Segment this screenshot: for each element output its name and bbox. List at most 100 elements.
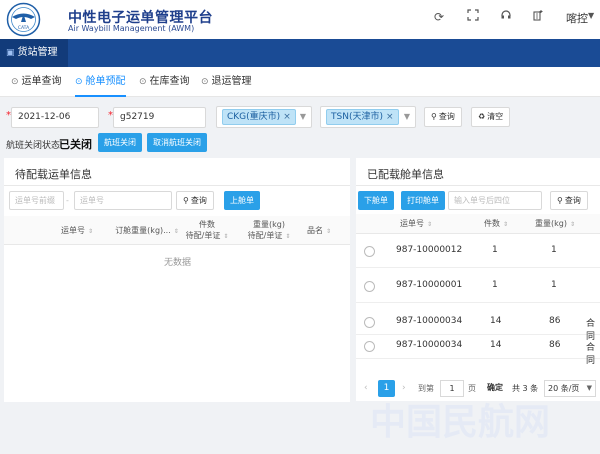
user-name[interactable]: 喀控: [566, 10, 588, 26]
nav-item-cargo-station[interactable]: ▣ 货站管理: [0, 39, 68, 67]
warehouse-icon: ⊙: [139, 77, 147, 87]
search-icon: ⊙: [11, 77, 19, 87]
print-manifest-button[interactable]: 打印舱单: [401, 191, 445, 210]
main-nav: ▣ 货站管理: [0, 39, 600, 67]
refresh-icon[interactable]: ⟳: [431, 9, 447, 25]
waybill-cell: 987-10000001: [396, 280, 463, 290]
tab-label: 退运管理: [211, 76, 252, 87]
row-radio[interactable]: [364, 341, 375, 352]
pieces-cell: 14: [490, 340, 502, 350]
close-status-label: 航班关闭状态: [6, 141, 61, 151]
row-radio[interactable]: [364, 246, 375, 257]
weight-cell: 86: [549, 340, 561, 350]
column-header-pieces[interactable]: 件数 ⇕: [476, 218, 516, 230]
waybill-number-input[interactable]: 运单号: [74, 191, 172, 210]
column-label: 品名: [306, 226, 323, 235]
right-query-button[interactable]: ⚲ 查询: [550, 191, 588, 210]
weight-cell: 1: [551, 245, 557, 255]
column-label: 运单号: [60, 226, 85, 235]
weight-cell: 1: [551, 280, 557, 290]
close-icon[interactable]: ×: [283, 112, 291, 122]
close-flight-button[interactable]: 航班关闭: [98, 133, 142, 152]
cancel-close-flight-button[interactable]: 取消航班关闭: [147, 133, 207, 152]
chevron-down-icon[interactable]: ▼: [588, 11, 594, 20]
column-header-waybill[interactable]: 运单号 ⇕: [386, 218, 446, 230]
sort-icon[interactable]: ⇕: [503, 221, 508, 228]
svg-text:中国民航网: 中国民航网: [370, 401, 550, 443]
chevron-down-icon[interactable]: ▼: [404, 112, 410, 121]
origin-tag[interactable]: CKG(重庆市) ×: [222, 109, 296, 125]
column-label: 重量(kg) 待配/单证: [247, 220, 285, 240]
table-row[interactable]: 987-10000001 1 1: [356, 268, 600, 303]
tab-bar: ⊙ 运单查询 ⊙ 舱单预配 ⊙ 在库查询 ⊙ 退运管理: [0, 67, 600, 97]
column-header-weight[interactable]: 重量(kg) ⇕: [530, 218, 580, 230]
sort-icon[interactable]: ⇕: [570, 221, 575, 228]
nav-item-label: 货站管理: [17, 47, 58, 58]
tab-waybill-query[interactable]: ⊙ 运单查询: [11, 67, 62, 97]
weight-cell: 86: [549, 316, 561, 326]
loaded-manifest-panel: 已配载舱单信息 下舱单 打印舱单 输入单号后四位 ⚲ 查询 运单号 ⇕ 件数 ⇕ 重量…: [356, 158, 600, 377]
query-button-label: 查询: [438, 112, 455, 121]
prev-page-icon[interactable]: ‹: [364, 383, 368, 393]
table-row[interactable]: 987-10000034 14 86 合同: [356, 335, 600, 366]
unload-manifest-button[interactable]: 下舱单: [358, 191, 394, 210]
tab-inventory-query[interactable]: ⊙ 在库查询: [139, 67, 190, 97]
query-button[interactable]: ⚲ 查询: [424, 107, 462, 127]
column-label: 件数: [483, 219, 500, 228]
pieces-cell: 1: [492, 245, 498, 255]
clear-button[interactable]: ♻ 清空: [471, 107, 511, 127]
sort-icon[interactable]: ⇕: [326, 228, 331, 235]
tab-manifest-preassign[interactable]: ⊙ 舱单预配: [75, 67, 126, 97]
flight-date-input[interactable]: 2021-12-06: [11, 107, 99, 128]
column-header-pieces[interactable]: 件数 待配/单证 ⇕: [182, 219, 232, 242]
search-icon: ⚲: [183, 196, 189, 205]
load-manifest-button[interactable]: 上舱单: [224, 191, 260, 210]
table-row[interactable]: 987-10000034 14 86 合同: [356, 303, 600, 342]
flight-number-input[interactable]: g52719: [113, 107, 206, 128]
waybill-suffix-input[interactable]: 输入单号后四位: [448, 191, 542, 210]
sort-icon[interactable]: ⇕: [174, 228, 179, 235]
brand-subtitle: Air Waybill Management (AWM): [68, 24, 195, 33]
return-icon: ⊙: [201, 77, 209, 87]
top-header: CATA 中性电子运单管理平台 Air Waybill Management (…: [0, 0, 600, 39]
column-header-weight[interactable]: 重量(kg) 待配/单证 ⇕: [242, 219, 296, 242]
search-icon: ⚲: [557, 196, 563, 205]
tab-label: 运单查询: [21, 76, 62, 87]
panel-title: 已配载舱单信息: [367, 168, 444, 181]
watermark-logo: 中国民航网: [370, 401, 550, 443]
column-header-goods-name[interactable]: 品名 ⇕: [304, 225, 334, 237]
divider: [4, 185, 350, 186]
row-radio[interactable]: [364, 317, 375, 328]
cata-logo-icon: CATA: [6, 2, 41, 37]
manifest-icon: ⊙: [75, 77, 83, 87]
tab-label: 在库查询: [149, 76, 190, 87]
tab-return-management[interactable]: ⊙ 退运管理: [201, 67, 252, 97]
chevron-down-icon[interactable]: ▼: [300, 112, 306, 121]
column-header-waybill[interactable]: 运单号 ⇕: [52, 225, 102, 237]
destination-select[interactable]: TSN(天津市) × ▼: [320, 106, 416, 128]
headset-icon[interactable]: [498, 9, 514, 25]
origin-select[interactable]: CKG(重庆市) × ▼: [216, 106, 312, 128]
table-row[interactable]: 987-10000012 1 1: [356, 234, 600, 268]
sort-icon[interactable]: ⇕: [223, 233, 228, 240]
row-radio[interactable]: [364, 281, 375, 292]
fullscreen-icon[interactable]: [465, 9, 481, 25]
panel-title: 待配载运单信息: [15, 168, 92, 181]
sort-icon[interactable]: ⇕: [88, 228, 93, 235]
empty-state-text: 无数据: [164, 258, 192, 268]
svg-text:CATA: CATA: [18, 25, 30, 31]
sort-icon[interactable]: ⇕: [427, 221, 432, 228]
waybill-cell: 987-10000034: [396, 316, 463, 326]
destination-tag-label: TSN(天津市): [331, 112, 383, 122]
column-header-booked-weight[interactable]: 订舱重量(kg)... ⇕: [114, 225, 180, 237]
left-query-button[interactable]: ⚲ 查询: [176, 191, 214, 210]
destination-tag[interactable]: TSN(天津市) ×: [326, 109, 399, 125]
column-label: 件数 待配/单证: [185, 220, 221, 240]
separator: -: [66, 196, 69, 205]
notification-icon[interactable]: [530, 9, 546, 25]
tab-label: 舱单预配: [85, 76, 126, 87]
extra-cell: 合同: [586, 343, 596, 366]
close-icon[interactable]: ×: [386, 112, 394, 122]
waybill-prefix-input[interactable]: 运单号前缀: [9, 191, 64, 210]
sort-icon[interactable]: ⇕: [285, 233, 290, 240]
